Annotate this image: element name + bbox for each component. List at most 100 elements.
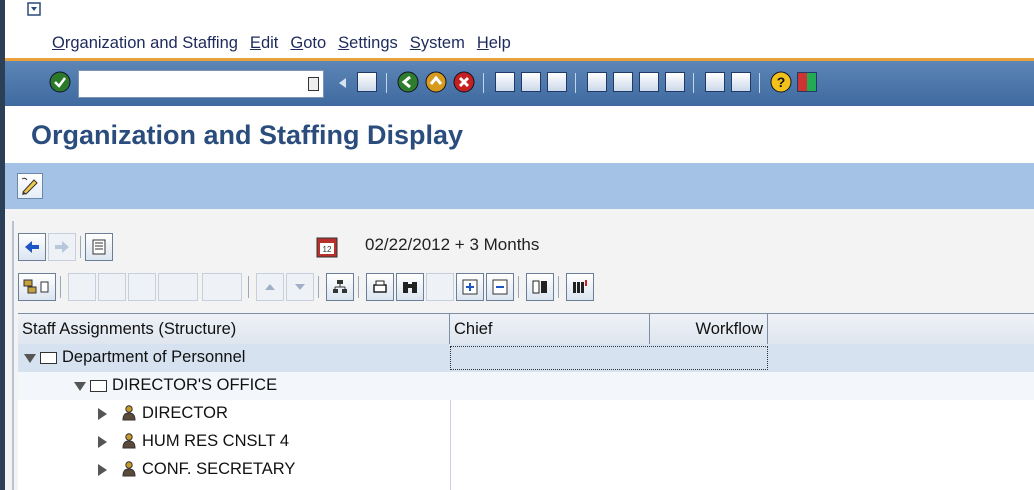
- find-next-tree-button[interactable]: [426, 273, 454, 301]
- position-person-icon: [122, 433, 136, 449]
- position-person-icon: [122, 405, 136, 421]
- toolbar-separator: [386, 73, 387, 93]
- tree-row[interactable]: HUM RES CNSLT 4: [18, 428, 1034, 456]
- column-config-button[interactable]: [85, 233, 113, 261]
- tree-node-label: Department of Personnel: [62, 348, 246, 366]
- expand-toggle-icon[interactable]: [24, 354, 36, 363]
- columns-button[interactable]: [526, 273, 554, 301]
- save-icon[interactable]: [357, 72, 377, 92]
- table-settings-icon: [573, 280, 587, 293]
- next-page-icon[interactable]: [639, 72, 659, 92]
- tree-node-label: DIRECTOR: [142, 404, 228, 422]
- structure-icon: [333, 280, 347, 293]
- menu-goto[interactable]: Goto: [290, 34, 326, 53]
- previous-page-icon[interactable]: [613, 72, 633, 92]
- application-toolbar: [5, 163, 1034, 209]
- toolbar-separator: [483, 73, 484, 93]
- toolbar-separator: [80, 236, 81, 258]
- tree-node-label: CONF. SECRETARY: [142, 460, 296, 478]
- enter-checkmark-icon[interactable]: [49, 71, 71, 93]
- move-down-button[interactable]: [286, 273, 314, 301]
- hierarchy-dropdown-icon: [23, 279, 49, 294]
- create-button[interactable]: [68, 273, 96, 301]
- collapse-toggle-icon[interactable]: [98, 464, 107, 476]
- collapse-toggle-icon[interactable]: [98, 436, 107, 448]
- expand-all-button[interactable]: [456, 273, 484, 301]
- menu-system[interactable]: System: [410, 34, 465, 53]
- find-icon[interactable]: [521, 72, 541, 92]
- tree-header: Staff Assignments (Structure) Chief Work…: [18, 313, 1034, 345]
- move-up-button[interactable]: [256, 273, 284, 301]
- column-header-chief[interactable]: Chief: [450, 314, 650, 344]
- staff-assignments-tree: Staff Assignments (Structure) Chief Work…: [18, 313, 1034, 490]
- menu-organization-and-staffing[interactable]: Organization and Staffing: [52, 34, 238, 53]
- toolbar-separator: [558, 276, 559, 298]
- delete-button[interactable]: [202, 273, 242, 301]
- toolbar-separator: [318, 276, 319, 298]
- forward-arrow-button[interactable]: [48, 233, 76, 261]
- cancel-icon[interactable]: [453, 71, 475, 93]
- org-unit-icon: [90, 380, 107, 392]
- menu-items: Organization and Staffing Edit Goto Sett…: [52, 34, 523, 53]
- pencil-icon: [21, 177, 38, 195]
- expand-structure-button[interactable]: [326, 273, 354, 301]
- focus-indicator: [450, 346, 768, 370]
- menu-help[interactable]: Help: [477, 34, 511, 53]
- last-page-icon[interactable]: [665, 72, 685, 92]
- org-unit-icon: [40, 352, 57, 364]
- toolbar-separator: [358, 276, 359, 298]
- org-structure-select-button[interactable]: [18, 273, 56, 301]
- toolbar-separator: [60, 276, 61, 298]
- position-person-icon: [122, 461, 136, 477]
- first-page-icon[interactable]: [587, 72, 607, 92]
- print-tree-button[interactable]: [366, 273, 394, 301]
- toolbar-separator: [575, 73, 576, 93]
- collapse-icon: [492, 279, 508, 295]
- command-field[interactable]: [78, 70, 324, 98]
- display-change-button[interactable]: [17, 173, 43, 199]
- find-tree-button[interactable]: [396, 273, 424, 301]
- collapse-all-button[interactable]: [486, 273, 514, 301]
- assign-button[interactable]: [128, 273, 156, 301]
- menu-settings[interactable]: Settings: [338, 34, 398, 53]
- triangle-down-icon: [295, 284, 305, 290]
- tree-row[interactable]: DIRECTOR: [18, 400, 1034, 428]
- triangle-up-icon: [265, 284, 275, 290]
- back-icon[interactable]: [397, 71, 419, 93]
- menu-edit[interactable]: Edit: [250, 34, 278, 53]
- columns-icon: [532, 280, 547, 294]
- column-settings-button[interactable]: [566, 273, 594, 301]
- shortcut-icon[interactable]: [731, 72, 751, 92]
- page-title: Organization and Staffing Display: [31, 120, 464, 150]
- right-arrow-icon: [55, 241, 69, 253]
- tree-row[interactable]: DIRECTOR'S OFFICE: [18, 372, 1034, 400]
- tree-row[interactable]: CONF. SECRETARY: [18, 456, 1034, 484]
- create-session-icon[interactable]: [705, 72, 725, 92]
- help-icon[interactable]: ?: [770, 71, 792, 93]
- list-icon: [92, 239, 106, 255]
- back-arrow-button[interactable]: [18, 233, 46, 261]
- back-arrow-small-icon[interactable]: [337, 77, 347, 89]
- customize-layout-icon[interactable]: [797, 72, 817, 92]
- exit-icon[interactable]: [425, 71, 447, 93]
- find-next-icon[interactable]: [547, 72, 567, 92]
- column-header-staff-assignments[interactable]: Staff Assignments (Structure): [18, 314, 450, 344]
- evaluation-period-text: 02/22/2012 + 3 Months: [365, 235, 540, 254]
- title-bar: Organization and Staffing Display: [5, 106, 1034, 163]
- tree-row[interactable]: Department of Personnel: [18, 344, 1034, 372]
- column-header-workflow[interactable]: Workflow: [650, 314, 768, 344]
- reassign-button[interactable]: [158, 273, 198, 301]
- standard-toolbar: ?: [5, 61, 1034, 106]
- binoculars-icon: [403, 282, 417, 293]
- splitter-handle[interactable]: [12, 221, 14, 490]
- copy-button[interactable]: [98, 273, 126, 301]
- menu-bar: Organization and Staffing Edit Goto Sett…: [5, 0, 1034, 58]
- system-menu-icon[interactable]: [27, 2, 41, 16]
- calendar-icon[interactable]: 12: [315, 235, 339, 259]
- command-history-icon[interactable]: [308, 77, 319, 91]
- toolbar-separator: [693, 73, 694, 93]
- expand-toggle-icon[interactable]: [74, 382, 86, 391]
- collapse-toggle-icon[interactable]: [98, 408, 107, 420]
- toolbar-separator: [248, 276, 249, 298]
- print-icon[interactable]: [495, 72, 515, 92]
